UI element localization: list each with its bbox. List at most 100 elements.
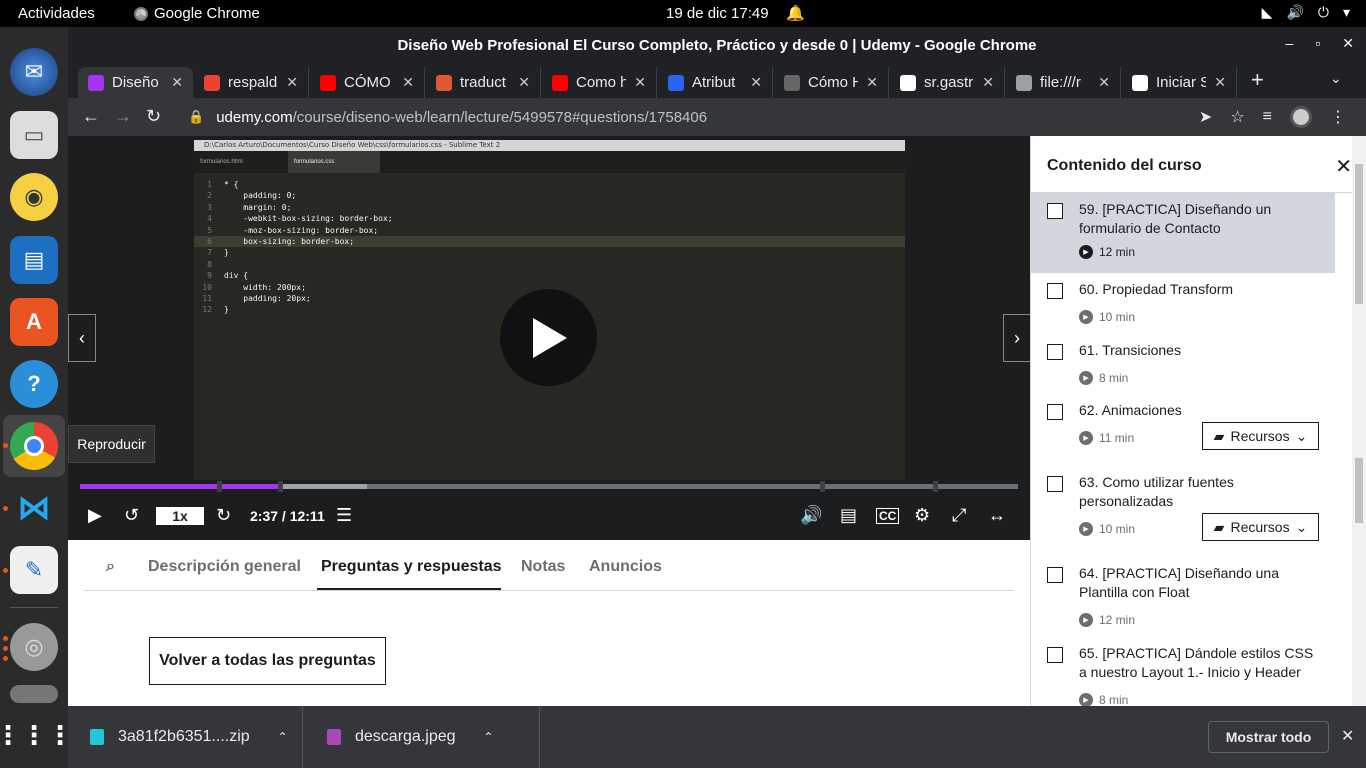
address-bar[interactable]: 🔒 udemy.com/course/diseno-web/learn/lect… bbox=[178, 102, 1350, 132]
settings-gear-icon[interactable]: ⚙ bbox=[914, 505, 930, 526]
close-tab-icon[interactable]: ✕ bbox=[982, 74, 994, 91]
drive-icon[interactable] bbox=[10, 685, 58, 703]
playback-rate-button[interactable]: 1x bbox=[156, 507, 204, 525]
close-tab-icon[interactable]: ✕ bbox=[402, 74, 414, 91]
lock-icon[interactable]: 🔒 bbox=[188, 109, 204, 125]
close-icon[interactable]: ✕ bbox=[1341, 726, 1354, 746]
rewind-icon[interactable]: ↺ bbox=[124, 505, 139, 526]
help-icon[interactable]: ? bbox=[10, 360, 58, 408]
prev-lecture-button[interactable]: ‹ bbox=[68, 314, 96, 362]
next-lecture-button[interactable]: › bbox=[1003, 314, 1031, 362]
bookmark-marker[interactable] bbox=[933, 481, 938, 492]
search-icon[interactable]: ⌕ bbox=[106, 558, 115, 576]
sidebar-scrollbar[interactable] bbox=[1352, 136, 1366, 706]
browser-tab[interactable]: sr.gastr ✕ bbox=[890, 67, 1005, 98]
thunderbird-icon[interactable]: ✉ bbox=[10, 48, 58, 96]
bookmark-marker[interactable] bbox=[278, 481, 283, 492]
close-tab-icon[interactable]: ✕ bbox=[1214, 74, 1226, 91]
bookmark-star-icon[interactable]: ☆ bbox=[1230, 107, 1244, 127]
close-tab-icon[interactable]: ✕ bbox=[634, 74, 646, 91]
chevron-up-icon[interactable]: ⌃ bbox=[484, 730, 494, 744]
profile-avatar[interactable] bbox=[1290, 106, 1312, 128]
scroll-thumb[interactable] bbox=[1355, 164, 1363, 304]
expand-icon[interactable]: ↔ bbox=[988, 505, 1006, 526]
forward-icon[interactable]: ↻ bbox=[216, 505, 231, 526]
lesson-checkbox[interactable] bbox=[1047, 476, 1063, 492]
forward-icon[interactable]: → bbox=[114, 106, 132, 127]
activities-button[interactable]: Actividades bbox=[18, 5, 95, 22]
close-window-button[interactable]: ✕ bbox=[1342, 35, 1354, 52]
reload-icon[interactable]: ↻ bbox=[146, 106, 161, 127]
browser-tab[interactable]: traduct ✕ bbox=[426, 67, 541, 98]
text-editor-icon[interactable]: ✎ bbox=[10, 546, 58, 594]
browser-tab[interactable]: Atribut ✕ bbox=[658, 67, 773, 98]
volume-icon[interactable]: 🔊 bbox=[800, 505, 822, 526]
vscode-icon[interactable]: ⋈ bbox=[10, 484, 58, 532]
disc-icon[interactable]: ◎ bbox=[10, 623, 58, 671]
browser-tab[interactable]: respald ✕ bbox=[194, 67, 309, 98]
browser-tab[interactable]: file:///r ✕ bbox=[1006, 67, 1121, 98]
download-item[interactable]: descarga.jpeg ⌃ bbox=[305, 706, 540, 768]
playlist-icon[interactable]: ☰ bbox=[336, 505, 352, 526]
lesson-checkbox[interactable] bbox=[1047, 567, 1063, 583]
lesson-checkbox[interactable] bbox=[1047, 404, 1063, 420]
lesson-checkbox[interactable] bbox=[1047, 203, 1063, 219]
minimize-button[interactable]: – bbox=[1286, 35, 1294, 52]
lesson-item[interactable]: 65. [PRACTICA] Dándole estilos CSS a nue… bbox=[1031, 637, 1335, 707]
close-tab-icon[interactable]: ✕ bbox=[1098, 74, 1110, 91]
bookmark-marker[interactable] bbox=[217, 481, 222, 492]
download-item[interactable]: 3a81f2b6351....zip ⌃ bbox=[68, 706, 303, 768]
app-menu[interactable]: Google Chrome bbox=[134, 5, 260, 22]
resources-dropdown[interactable]: ▰ Recursos ⌄ bbox=[1202, 422, 1319, 450]
tab-qa[interactable]: Preguntas y respuestas bbox=[321, 558, 502, 576]
rhythmbox-icon[interactable]: ◉ bbox=[10, 173, 58, 221]
tab-overview[interactable]: Descripción general bbox=[148, 558, 301, 576]
close-tab-icon[interactable]: ✕ bbox=[750, 74, 762, 91]
clock[interactable]: 19 de dic 17:49 bbox=[666, 5, 769, 22]
browser-tab[interactable]: Cómo H ✕ bbox=[774, 67, 889, 98]
software-icon[interactable]: A bbox=[10, 298, 58, 346]
close-tab-icon[interactable]: ✕ bbox=[866, 74, 878, 91]
lesson-item[interactable]: 61. Transiciones ▶ 8 min bbox=[1031, 334, 1335, 394]
close-tab-icon[interactable]: ✕ bbox=[518, 74, 530, 91]
show-all-button[interactable]: Mostrar todo bbox=[1208, 721, 1329, 753]
bell-icon[interactable]: 🔔 bbox=[786, 4, 805, 22]
lesson-checkbox[interactable] bbox=[1047, 283, 1063, 299]
resources-dropdown[interactable]: ▰ Recursos ⌄ bbox=[1202, 513, 1319, 541]
tab-announcements[interactable]: Anuncios bbox=[589, 558, 662, 576]
send-icon[interactable]: ➤ bbox=[1199, 107, 1212, 127]
back-icon[interactable]: ← bbox=[82, 106, 100, 127]
files-icon[interactable]: ▭ bbox=[10, 111, 58, 159]
browser-tab[interactable]: CÓMO t ✕ bbox=[310, 67, 425, 98]
lesson-checkbox[interactable] bbox=[1047, 344, 1063, 360]
lesson-item[interactable]: 59. [PRACTICA] Diseñando un formulario d… bbox=[1031, 193, 1335, 273]
chrome-icon[interactable] bbox=[10, 422, 58, 470]
progress-bar[interactable] bbox=[80, 481, 1018, 492]
fullscreen-icon[interactable]: ⤢ bbox=[952, 505, 966, 526]
close-tab-icon[interactable]: ✕ bbox=[286, 74, 298, 91]
big-play-button[interactable] bbox=[500, 289, 597, 386]
chevron-up-icon[interactable]: ⌃ bbox=[278, 730, 288, 744]
browser-tab[interactable]: Como h ✕ bbox=[542, 67, 657, 98]
close-icon[interactable]: ✕ bbox=[1335, 154, 1352, 179]
tab-notes[interactable]: Notas bbox=[521, 558, 565, 576]
bookmark-marker[interactable] bbox=[820, 481, 825, 492]
back-to-questions-button[interactable]: Volver a todas las preguntas bbox=[149, 637, 386, 685]
lesson-item[interactable]: 60. Propiedad Transform ▶ 10 min bbox=[1031, 273, 1335, 334]
play-icon[interactable]: ▶ bbox=[88, 505, 102, 526]
scroll-thumb[interactable] bbox=[1355, 458, 1363, 523]
transcript-icon[interactable]: ▤ bbox=[840, 505, 857, 526]
lesson-item[interactable]: 64. [PRACTICA] Diseñando una Plantilla c… bbox=[1031, 557, 1335, 637]
close-tab-icon[interactable]: ✕ bbox=[171, 74, 183, 91]
video-player[interactable]: D:\Carlos Arturo\Documentos\Curso Diseño… bbox=[68, 136, 1031, 540]
maximize-button[interactable]: ▫ bbox=[1315, 35, 1320, 52]
writer-icon[interactable]: ▤ bbox=[10, 236, 58, 284]
browser-tab[interactable]: Iniciar S ✕ bbox=[1122, 67, 1237, 98]
lesson-item[interactable]: 62. Animaciones ▶ 11 min ▰ Recursos ⌄ bbox=[1031, 394, 1335, 466]
system-tray[interactable]: ◣ 🔊 ⏻ ▾ bbox=[1262, 4, 1350, 21]
captions-icon[interactable]: CC bbox=[876, 508, 900, 524]
app-grid-icon[interactable]: ⋮⋮⋮ bbox=[0, 711, 73, 759]
media-queue-icon[interactable]: ≡ bbox=[1263, 108, 1272, 126]
tab-search-button[interactable]: ⌄ bbox=[1330, 70, 1342, 87]
menu-dots-icon[interactable]: ⋮ bbox=[1330, 107, 1346, 127]
